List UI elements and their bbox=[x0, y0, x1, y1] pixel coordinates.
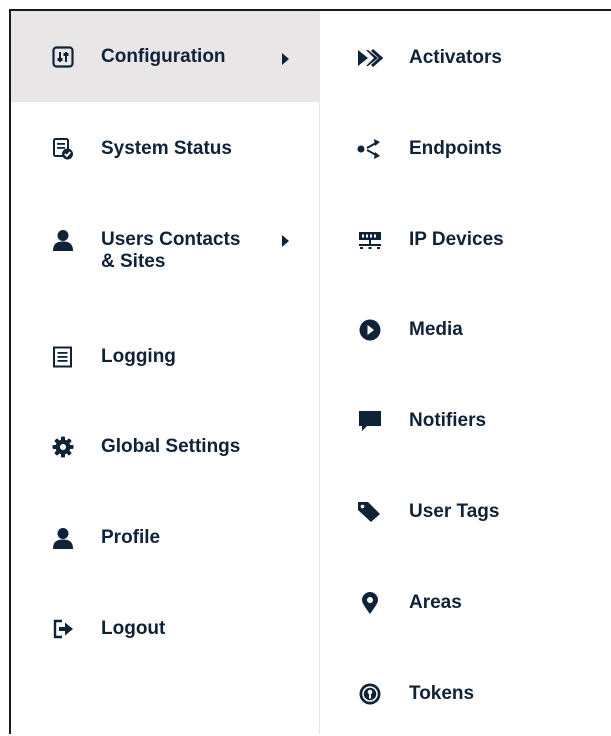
token-icon bbox=[357, 683, 383, 705]
submenu-item-label: Areas bbox=[409, 592, 462, 613]
menu-item-profile[interactable]: Profile bbox=[11, 466, 319, 557]
map-pin-icon bbox=[357, 592, 383, 614]
submenu-item-media[interactable]: Media bbox=[320, 284, 611, 375]
network-icon bbox=[357, 229, 383, 251]
chat-bubble-icon bbox=[357, 410, 383, 432]
menu-item-users-contacts-sites[interactable]: Users Contacts & Sites bbox=[11, 193, 319, 284]
user-icon bbox=[52, 527, 74, 549]
menu-item-label: Users Contacts & Sites bbox=[101, 229, 241, 272]
menu-item-label: Global Settings bbox=[101, 436, 241, 457]
menu-item-label: Logout bbox=[101, 618, 166, 639]
activator-icon bbox=[357, 47, 383, 69]
menu-item-system-status[interactable]: System Status bbox=[11, 102, 319, 193]
play-icon bbox=[357, 319, 383, 341]
submenu-item-ip-devices[interactable]: IP Devices bbox=[320, 193, 611, 284]
menu-item-label: System Status bbox=[101, 138, 232, 159]
menu-item-configuration[interactable]: Configuration bbox=[11, 11, 319, 102]
main-menu: Configuration System Status Users Contac… bbox=[11, 11, 319, 734]
submenu-item-label: Notifiers bbox=[409, 410, 487, 431]
submenu-item-tokens[interactable]: Tokens bbox=[320, 648, 611, 736]
submenu-item-activators[interactable]: Activators bbox=[320, 11, 611, 102]
menu-item-logout[interactable]: Logout bbox=[11, 557, 319, 648]
submenu-item-label: Endpoints bbox=[409, 138, 502, 159]
submenu-item-label: Activators bbox=[409, 47, 502, 68]
submenu-item-areas[interactable]: Areas bbox=[320, 557, 611, 648]
menu-frame: Configuration System Status Users Contac… bbox=[9, 9, 611, 734]
chevron-right-icon bbox=[282, 235, 289, 247]
menu-item-label: Configuration bbox=[101, 46, 226, 67]
configuration-submenu: Activators Endpoints IP Devices Media No… bbox=[320, 11, 611, 734]
submenu-item-label: Tokens bbox=[409, 683, 475, 704]
logout-icon bbox=[52, 618, 74, 640]
submenu-item-notifiers[interactable]: Notifiers bbox=[320, 375, 611, 466]
gear-icon bbox=[52, 436, 74, 458]
submenu-item-endpoints[interactable]: Endpoints bbox=[320, 102, 611, 193]
submenu-item-label: IP Devices bbox=[409, 229, 504, 250]
submenu-item-label: Media bbox=[409, 319, 463, 340]
menu-item-label: Logging bbox=[101, 346, 176, 367]
endpoints-icon bbox=[357, 138, 383, 160]
menu-item-logging[interactable]: Logging bbox=[11, 284, 319, 375]
menu-item-global-settings[interactable]: Global Settings bbox=[11, 375, 319, 466]
chevron-right-icon bbox=[282, 53, 289, 65]
sliders-icon bbox=[52, 46, 74, 68]
submenu-item-label: User Tags bbox=[409, 501, 500, 522]
status-report-icon bbox=[52, 138, 74, 160]
list-icon bbox=[52, 346, 74, 368]
submenu-item-user-tags[interactable]: User Tags bbox=[320, 466, 611, 557]
user-icon bbox=[52, 229, 74, 251]
tag-icon bbox=[357, 501, 383, 523]
menu-item-label: Profile bbox=[101, 527, 161, 548]
